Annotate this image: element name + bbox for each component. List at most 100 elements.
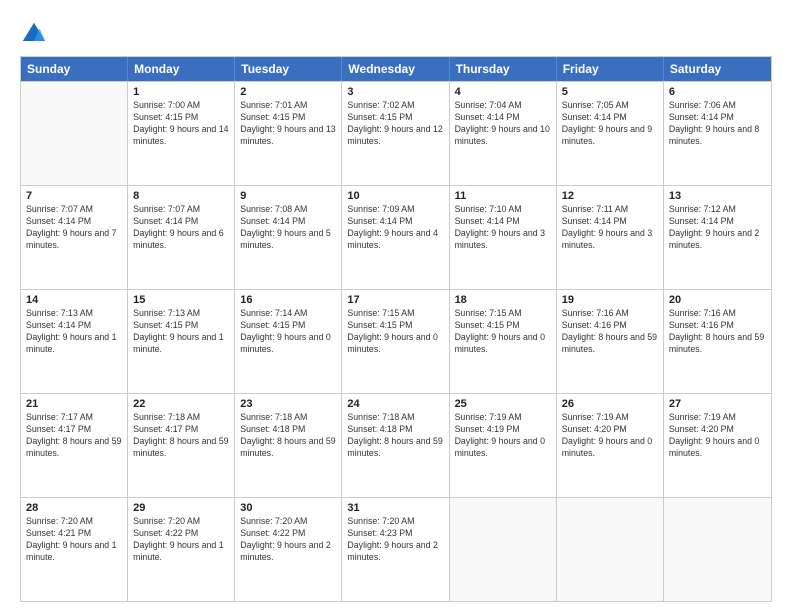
- day-info: Sunrise: 7:07 AM Sunset: 4:14 PM Dayligh…: [133, 204, 229, 252]
- day-cell-29: 29Sunrise: 7:20 AM Sunset: 4:22 PM Dayli…: [128, 498, 235, 601]
- day-number: 8: [133, 190, 229, 202]
- day-info: Sunrise: 7:04 AM Sunset: 4:14 PM Dayligh…: [455, 100, 551, 148]
- day-cell-21: 21 Sunrise: 7:17 AM Sunset: 4:17 PM Dayli…: [21, 394, 128, 497]
- day-info: Sunrise: 7:10 AM Sunset: 4:14 PM Dayligh…: [455, 204, 551, 252]
- day-cell-25: 25Sunrise: 7:19 AM Sunset: 4:19 PM Dayli…: [450, 394, 557, 497]
- day-info: Sunrise: 7:17 AM Sunset: 4:17 PM Dayligh…: [26, 412, 122, 460]
- day-info: Sunrise: 7:18 AM Sunset: 4:18 PM Dayligh…: [240, 412, 336, 460]
- day-cell-30: 30 Sunrise: 7:20 AM Sunset: 4:22 PM Dayli…: [235, 498, 342, 601]
- day-number: 5: [562, 86, 658, 98]
- day-info: Sunrise: 7:07 AM Sunset: 4:14 PM Dayligh…: [26, 204, 122, 252]
- day-number: 1: [133, 86, 229, 98]
- empty-cell: [21, 82, 128, 185]
- header-day-wednesday: Wednesday: [342, 57, 449, 81]
- calendar-row-4: 21 Sunrise: 7:17 AM Sunset: 4:17 PM Dayli…: [21, 393, 771, 497]
- calendar-body: 1Sunrise: 7:00 AM Sunset: 4:15 PM Daylig…: [21, 81, 771, 601]
- day-info: Sunrise: 7:19 AM Sunset: 4:20 PM Dayligh…: [562, 412, 658, 460]
- day-number: 14: [26, 294, 122, 306]
- day-number: 11: [455, 190, 551, 202]
- empty-cell: [664, 498, 771, 601]
- day-cell-23: 23Sunrise: 7:18 AM Sunset: 4:18 PM Dayli…: [235, 394, 342, 497]
- empty-cell: [557, 498, 664, 601]
- day-info: Sunrise: 7:01 AM Sunset: 4:15 PM Dayligh…: [240, 100, 336, 148]
- day-number: 7: [26, 190, 122, 202]
- calendar-row-1: 1Sunrise: 7:00 AM Sunset: 4:15 PM Daylig…: [21, 81, 771, 185]
- day-cell-9: 9Sunrise: 7:08 AM Sunset: 4:14 PM Daylig…: [235, 186, 342, 289]
- day-cell-1: 1Sunrise: 7:00 AM Sunset: 4:15 PM Daylig…: [128, 82, 235, 185]
- day-info: Sunrise: 7:09 AM Sunset: 4:14 PM Dayligh…: [347, 204, 443, 252]
- day-cell-22: 22 Sunrise: 7:18 AM Sunset: 4:17 PM Dayli…: [128, 394, 235, 497]
- day-number: 16: [240, 294, 336, 306]
- header-day-friday: Friday: [557, 57, 664, 81]
- day-cell-15: 15 Sunrise: 7:13 AM Sunset: 4:15 PM Dayli…: [128, 290, 235, 393]
- day-info: Sunrise: 7:20 AM Sunset: 4:23 PM Dayligh…: [347, 516, 443, 564]
- day-cell-2: 2Sunrise: 7:01 AM Sunset: 4:15 PM Daylig…: [235, 82, 342, 185]
- day-number: 18: [455, 294, 551, 306]
- day-number: 4: [455, 86, 551, 98]
- calendar-row-5: 28Sunrise: 7:20 AM Sunset: 4:21 PM Dayli…: [21, 497, 771, 601]
- day-info: Sunrise: 7:14 AM Sunset: 4:15 PM Dayligh…: [240, 308, 336, 356]
- day-cell-5: 5 Sunrise: 7:05 AM Sunset: 4:14 PM Daylig…: [557, 82, 664, 185]
- day-number: 27: [669, 398, 766, 410]
- page: SundayMondayTuesdayWednesdayThursdayFrid…: [0, 0, 792, 612]
- day-info: Sunrise: 7:18 AM Sunset: 4:18 PM Dayligh…: [347, 412, 443, 460]
- header-day-tuesday: Tuesday: [235, 57, 342, 81]
- day-info: Sunrise: 7:15 AM Sunset: 4:15 PM Dayligh…: [347, 308, 443, 356]
- day-cell-3: 3 Sunrise: 7:02 AM Sunset: 4:15 PM Daylig…: [342, 82, 449, 185]
- header: [20, 16, 772, 48]
- day-cell-14: 14 Sunrise: 7:13 AM Sunset: 4:14 PM Dayli…: [21, 290, 128, 393]
- day-number: 20: [669, 294, 766, 306]
- day-cell-26: 26 Sunrise: 7:19 AM Sunset: 4:20 PM Dayli…: [557, 394, 664, 497]
- day-cell-18: 18Sunrise: 7:15 AM Sunset: 4:15 PM Dayli…: [450, 290, 557, 393]
- day-info: Sunrise: 7:13 AM Sunset: 4:14 PM Dayligh…: [26, 308, 122, 356]
- day-number: 15: [133, 294, 229, 306]
- header-day-monday: Monday: [128, 57, 235, 81]
- day-number: 26: [562, 398, 658, 410]
- day-cell-6: 6Sunrise: 7:06 AM Sunset: 4:14 PM Daylig…: [664, 82, 771, 185]
- day-number: 21: [26, 398, 122, 410]
- day-info: Sunrise: 7:11 AM Sunset: 4:14 PM Dayligh…: [562, 204, 658, 252]
- day-info: Sunrise: 7:19 AM Sunset: 4:19 PM Dayligh…: [455, 412, 551, 460]
- day-number: 9: [240, 190, 336, 202]
- day-cell-13: 13Sunrise: 7:12 AM Sunset: 4:14 PM Dayli…: [664, 186, 771, 289]
- day-cell-11: 11 Sunrise: 7:10 AM Sunset: 4:14 PM Dayli…: [450, 186, 557, 289]
- header-day-sunday: Sunday: [21, 57, 128, 81]
- day-info: Sunrise: 7:16 AM Sunset: 4:16 PM Dayligh…: [562, 308, 658, 356]
- day-number: 29: [133, 502, 229, 514]
- day-info: Sunrise: 7:06 AM Sunset: 4:14 PM Dayligh…: [669, 100, 766, 148]
- calendar: SundayMondayTuesdayWednesdayThursdayFrid…: [20, 56, 772, 602]
- day-info: Sunrise: 7:05 AM Sunset: 4:14 PM Dayligh…: [562, 100, 658, 148]
- day-cell-24: 24 Sunrise: 7:18 AM Sunset: 4:18 PM Dayli…: [342, 394, 449, 497]
- day-cell-28: 28Sunrise: 7:20 AM Sunset: 4:21 PM Dayli…: [21, 498, 128, 601]
- day-info: Sunrise: 7:19 AM Sunset: 4:20 PM Dayligh…: [669, 412, 766, 460]
- day-cell-4: 4 Sunrise: 7:04 AM Sunset: 4:14 PM Daylig…: [450, 82, 557, 185]
- day-cell-19: 19Sunrise: 7:16 AM Sunset: 4:16 PM Dayli…: [557, 290, 664, 393]
- day-info: Sunrise: 7:16 AM Sunset: 4:16 PM Dayligh…: [669, 308, 766, 356]
- day-info: Sunrise: 7:18 AM Sunset: 4:17 PM Dayligh…: [133, 412, 229, 460]
- day-cell-31: 31 Sunrise: 7:20 AM Sunset: 4:23 PM Dayli…: [342, 498, 449, 601]
- day-number: 10: [347, 190, 443, 202]
- day-number: 24: [347, 398, 443, 410]
- day-info: Sunrise: 7:12 AM Sunset: 4:14 PM Dayligh…: [669, 204, 766, 252]
- logo-icon: [20, 20, 48, 48]
- day-info: Sunrise: 7:13 AM Sunset: 4:15 PM Dayligh…: [133, 308, 229, 356]
- day-cell-12: 12 Sunrise: 7:11 AM Sunset: 4:14 PM Dayli…: [557, 186, 664, 289]
- day-info: Sunrise: 7:02 AM Sunset: 4:15 PM Dayligh…: [347, 100, 443, 148]
- day-number: 22: [133, 398, 229, 410]
- day-number: 28: [26, 502, 122, 514]
- day-cell-16: 16 Sunrise: 7:14 AM Sunset: 4:15 PM Dayli…: [235, 290, 342, 393]
- logo: [20, 20, 52, 48]
- day-number: 30: [240, 502, 336, 514]
- day-number: 3: [347, 86, 443, 98]
- day-cell-20: 20 Sunrise: 7:16 AM Sunset: 4:16 PM Dayli…: [664, 290, 771, 393]
- day-cell-7: 7 Sunrise: 7:07 AM Sunset: 4:14 PM Daylig…: [21, 186, 128, 289]
- day-cell-10: 10 Sunrise: 7:09 AM Sunset: 4:14 PM Dayli…: [342, 186, 449, 289]
- calendar-row-2: 7 Sunrise: 7:07 AM Sunset: 4:14 PM Daylig…: [21, 185, 771, 289]
- day-number: 12: [562, 190, 658, 202]
- calendar-row-3: 14 Sunrise: 7:13 AM Sunset: 4:14 PM Dayli…: [21, 289, 771, 393]
- day-info: Sunrise: 7:20 AM Sunset: 4:22 PM Dayligh…: [240, 516, 336, 564]
- day-number: 17: [347, 294, 443, 306]
- day-number: 31: [347, 502, 443, 514]
- day-cell-8: 8 Sunrise: 7:07 AM Sunset: 4:14 PM Daylig…: [128, 186, 235, 289]
- day-cell-27: 27 Sunrise: 7:19 AM Sunset: 4:20 PM Dayli…: [664, 394, 771, 497]
